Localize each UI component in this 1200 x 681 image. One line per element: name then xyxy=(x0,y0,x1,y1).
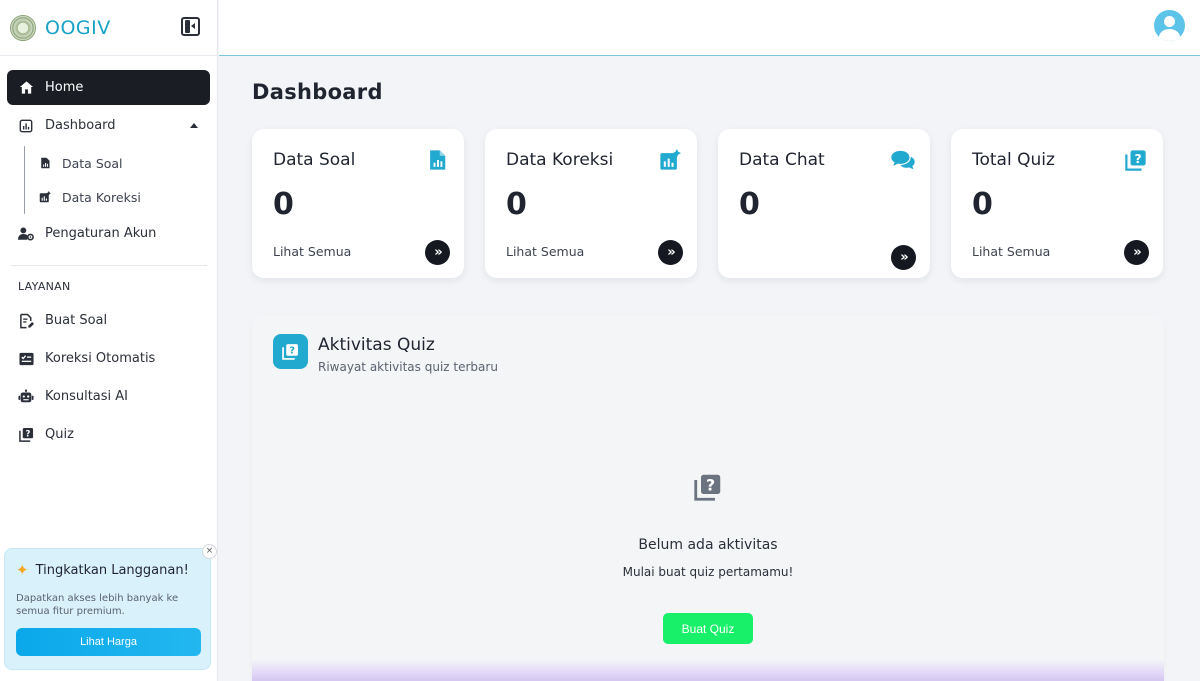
dashboard-icon xyxy=(18,118,34,134)
quiz-icon: ? xyxy=(273,334,308,369)
checklist-icon xyxy=(18,351,34,367)
section-label-layanan: LAYANAN xyxy=(18,280,71,293)
sidebar-item-label: Konsultasi AI xyxy=(45,389,129,404)
quiz-icon: ? xyxy=(1125,150,1146,171)
stat-card-data-soal: Data Soal 0 Lihat Semua » xyxy=(252,129,464,278)
sidebar-item-data-soal[interactable]: Data Soal xyxy=(25,146,210,180)
sidebar-item-quiz[interactable]: ? Quiz xyxy=(7,417,210,452)
user-cog-icon xyxy=(18,226,34,242)
stat-card-total-quiz: Total Quiz ? 0 Lihat Semua » xyxy=(951,129,1163,278)
collapse-sidebar-button[interactable] xyxy=(181,17,200,36)
upgrade-card: × ✦ Tingkatkan Langganan! Dapatkan akses… xyxy=(4,544,217,670)
sidebar-item-dashboard[interactable]: Dashboard xyxy=(7,108,210,143)
brand-header: OOGIV xyxy=(0,0,217,56)
view-all-link[interactable]: Lihat Semua xyxy=(273,244,351,259)
brand-name: OOGIV xyxy=(45,16,111,39)
arrow-right-button[interactable]: » xyxy=(658,240,683,265)
main-content: Dashboard Data Soal 0 Lihat Semua » Data… xyxy=(219,57,1200,681)
panel-title: Aktivitas Quiz xyxy=(318,335,435,355)
chart-sparkle-icon xyxy=(39,191,51,203)
quiz-icon: ? xyxy=(694,474,721,501)
panel-gradient-footer xyxy=(252,659,1164,681)
dashboard-submenu: Data Soal Data Koreksi xyxy=(24,146,210,214)
empty-state-title: Belum ada aktivitas xyxy=(638,537,778,553)
file-chart-icon xyxy=(430,150,446,170)
view-all-link[interactable]: Lihat Semua xyxy=(506,244,584,259)
sidebar-item-data-koreksi[interactable]: Data Koreksi xyxy=(25,180,210,214)
chevron-up-icon xyxy=(190,123,198,128)
upgrade-title: ✦ Tingkatkan Langganan! xyxy=(16,561,199,579)
view-pricing-button[interactable]: Lihat Harga xyxy=(16,628,201,656)
sidebar-item-konsultasi-ai[interactable]: Konsultasi AI xyxy=(7,379,210,414)
sidebar-item-koreksi-otomatis[interactable]: Koreksi Otomatis xyxy=(7,341,210,376)
sidebar-item-home[interactable]: Home xyxy=(7,70,210,105)
sparkle-icon: ✦ xyxy=(16,561,29,579)
card-title: Data Chat xyxy=(739,150,825,170)
create-quiz-button[interactable]: Buat Quiz xyxy=(663,613,753,644)
robot-icon xyxy=(18,389,34,405)
sidebar-item-pengaturan-akun[interactable]: Pengaturan Akun xyxy=(7,216,210,251)
sidebar-divider xyxy=(10,265,207,266)
quiz-icon: ? xyxy=(18,427,34,443)
upgrade-title-text: Tingkatkan Langganan! xyxy=(35,562,189,578)
stat-card-data-chat: Data Chat 0 » xyxy=(718,129,930,278)
svg-text:?: ? xyxy=(25,428,30,438)
view-all-link[interactable]: Lihat Semua xyxy=(972,244,1050,259)
page-title: Dashboard xyxy=(252,80,383,104)
file-chart-icon xyxy=(39,157,51,169)
sidebar-item-buat-soal[interactable]: Buat Soal xyxy=(7,303,210,338)
file-edit-icon xyxy=(18,313,34,329)
card-value: 0 xyxy=(972,187,993,222)
avatar[interactable] xyxy=(1154,10,1185,41)
home-icon xyxy=(18,80,34,96)
arrow-right-button[interactable]: » xyxy=(891,245,916,270)
upgrade-description: Dapatkan akses lebih banyak ke semua fit… xyxy=(16,593,179,617)
sidebar-nav: Home Dashboard Data Soal Data Koreksi Pe… xyxy=(0,56,217,452)
card-title: Data Koreksi xyxy=(506,150,614,170)
sidebar: OOGIV Home Dashboard Data Soal Data Kore… xyxy=(0,0,218,681)
chat-bubbles-icon xyxy=(891,150,915,170)
stat-card-data-koreksi: Data Koreksi 0 Lihat Semua » xyxy=(485,129,697,278)
card-title: Data Soal xyxy=(273,150,356,170)
card-value: 0 xyxy=(506,187,527,222)
sidebar-item-label: Data Koreksi xyxy=(62,189,141,205)
sidebar-item-label: Data Soal xyxy=(62,155,123,171)
card-title: Total Quiz xyxy=(972,150,1055,170)
svg-text:?: ? xyxy=(1134,152,1141,166)
card-value: 0 xyxy=(273,187,294,222)
logo-icon xyxy=(10,14,36,41)
chart-sparkle-icon xyxy=(660,149,681,170)
empty-state-subtitle: Mulai buat quiz pertamamu! xyxy=(622,565,794,579)
arrow-right-button[interactable]: » xyxy=(425,240,450,265)
close-icon[interactable]: × xyxy=(202,544,217,559)
panel-subtitle: Riwayat aktivitas quiz terbaru xyxy=(318,360,498,374)
arrow-right-button[interactable]: » xyxy=(1124,240,1149,265)
quiz-activity-panel: ? Aktivitas Quiz Riwayat aktivitas quiz … xyxy=(252,315,1164,681)
sidebar-item-label: Koreksi Otomatis xyxy=(45,351,156,366)
sidebar-item-label: Quiz xyxy=(45,427,74,442)
sidebar-item-label: Buat Soal xyxy=(45,313,108,328)
card-value: 0 xyxy=(739,187,760,222)
svg-text:?: ? xyxy=(706,476,715,495)
sidebar-item-label: Pengaturan Akun xyxy=(45,226,157,241)
top-bar xyxy=(219,0,1200,56)
sidebar-item-label: Home xyxy=(45,80,84,95)
sidebar-item-label: Dashboard xyxy=(45,118,116,133)
svg-text:?: ? xyxy=(289,346,295,357)
